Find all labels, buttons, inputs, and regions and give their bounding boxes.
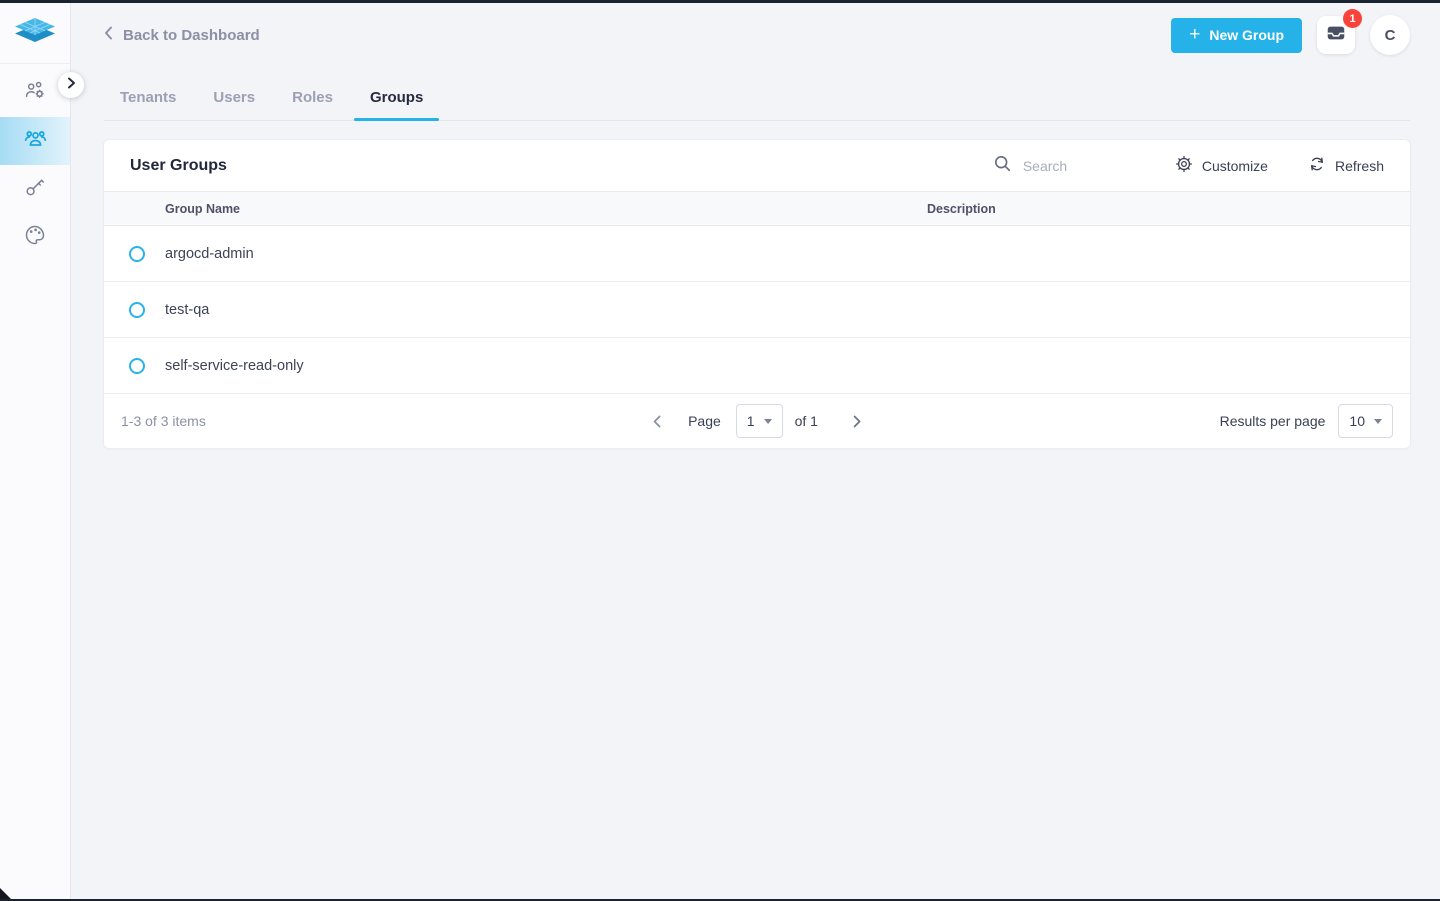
select-cell — [104, 358, 165, 374]
tab-roles[interactable]: Roles — [276, 76, 349, 120]
new-group-button[interactable]: + New Group — [1171, 18, 1302, 53]
user-groups-icon — [23, 126, 48, 156]
main-content: Back to Dashboard + New Group 1 C — [71, 3, 1440, 899]
results-per-page-controls: Results per page 10 — [1220, 404, 1393, 438]
sidebar-item-keys[interactable] — [0, 165, 70, 213]
results-summary: 1-3 of 3 items — [121, 413, 206, 429]
user-avatar[interactable]: C — [1370, 15, 1410, 55]
sidebar-expand-button[interactable] — [58, 72, 84, 98]
search-box — [994, 155, 1135, 177]
notification-count-badge: 1 — [1343, 9, 1362, 28]
palette-icon — [23, 223, 47, 252]
window-edge-top — [0, 0, 1440, 3]
table-row[interactable]: argocd-admin — [104, 226, 1410, 282]
row-radio-button[interactable] — [129, 246, 145, 262]
column-header-description: Description — [927, 202, 1410, 216]
header-actions: + New Group 1 C — [1171, 15, 1410, 55]
panel-title: User Groups — [130, 157, 227, 175]
refresh-button[interactable]: Refresh — [1308, 155, 1384, 176]
tab-users[interactable]: Users — [197, 76, 271, 120]
group-name-cell: argocd-admin — [165, 246, 927, 262]
sidebar — [0, 3, 71, 899]
table-row[interactable]: self-service-read-only — [104, 338, 1410, 394]
chevron-right-icon — [67, 76, 76, 94]
plus-icon: + — [1189, 25, 1200, 44]
row-radio-button[interactable] — [129, 302, 145, 318]
back-to-dashboard-link[interactable]: Back to Dashboard — [104, 26, 260, 44]
page-select-value: 1 — [747, 413, 755, 429]
back-link-label: Back to Dashboard — [123, 27, 260, 44]
table-header-row: Group Name Description — [104, 191, 1410, 226]
search-input[interactable] — [1023, 158, 1135, 174]
user-groups-panel: User Groups — [104, 140, 1410, 448]
sidebar-item-user-groups[interactable] — [0, 117, 70, 165]
tab-bar: Tenants Users Roles Groups — [104, 76, 1410, 121]
caret-down-icon — [1374, 419, 1382, 424]
search-icon — [994, 155, 1011, 177]
app-logo[interactable] — [0, 3, 70, 64]
page-controls: Page 1 of 1 — [644, 404, 870, 438]
new-group-button-label: New Group — [1209, 27, 1284, 43]
pagination-bar: 1-3 of 3 items Page 1 of 1 — [104, 394, 1410, 448]
results-per-page-value: 10 — [1349, 413, 1365, 429]
sidebar-item-appearance[interactable] — [0, 213, 70, 261]
customize-button[interactable]: Customize — [1175, 155, 1268, 176]
caret-down-icon — [764, 419, 772, 424]
notifications-button[interactable]: 1 — [1317, 16, 1355, 54]
group-name-cell: self-service-read-only — [165, 358, 927, 374]
panel-header: User Groups — [104, 140, 1410, 191]
page-select[interactable]: 1 — [736, 404, 783, 438]
chevron-left-icon — [104, 26, 113, 44]
results-per-page-select[interactable]: 10 — [1338, 404, 1393, 438]
sidebar-nav — [0, 64, 70, 261]
sidebar-item-user-management[interactable] — [0, 69, 70, 117]
mouse-cursor — [0, 888, 11, 899]
row-radio-button[interactable] — [129, 358, 145, 374]
tab-tenants[interactable]: Tenants — [104, 76, 192, 120]
refresh-icon — [1308, 155, 1326, 176]
user-management-icon — [23, 79, 47, 108]
select-cell — [104, 246, 165, 262]
gear-icon — [1175, 155, 1193, 176]
next-page-button[interactable] — [844, 408, 870, 434]
page-label: Page — [688, 413, 721, 429]
panel-tools: Customize Refresh — [994, 155, 1384, 177]
results-per-page-label: Results per page — [1220, 413, 1326, 429]
key-icon — [23, 175, 47, 204]
table-row[interactable]: test-qa — [104, 282, 1410, 338]
layered-stack-logo-icon — [12, 16, 58, 51]
group-name-cell: test-qa — [165, 302, 927, 318]
select-cell — [104, 302, 165, 318]
avatar-initial: C — [1385, 27, 1396, 44]
inbox-tray-icon — [1325, 22, 1347, 49]
customize-label: Customize — [1202, 158, 1268, 174]
page-header: Back to Dashboard + New Group 1 C — [104, 3, 1410, 67]
previous-page-button[interactable] — [644, 408, 670, 434]
column-header-group-name: Group Name — [165, 202, 927, 216]
tab-groups[interactable]: Groups — [354, 76, 439, 120]
page-of-label: of 1 — [795, 413, 818, 429]
refresh-label: Refresh — [1335, 158, 1384, 174]
